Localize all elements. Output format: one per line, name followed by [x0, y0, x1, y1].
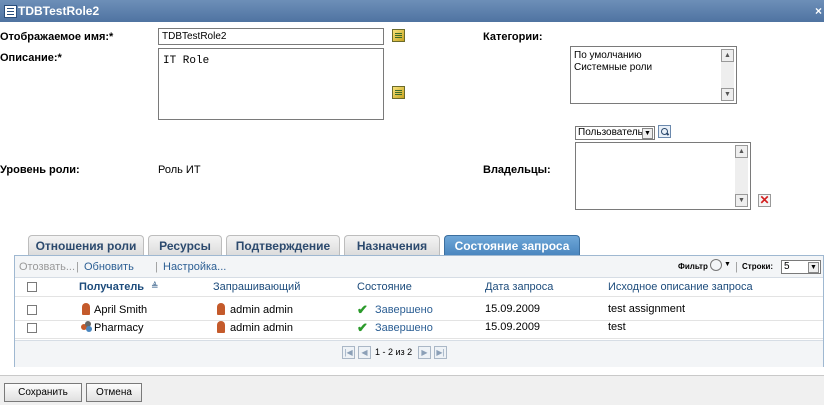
request-date: 15.09.2009	[485, 321, 541, 333]
owners-list[interactable]: ▲ ▼	[575, 142, 751, 210]
refresh-link[interactable]: Обновить	[84, 261, 134, 273]
owners-scrollbar[interactable]: ▲ ▼	[735, 145, 748, 207]
category-item[interactable]: Системные роли	[574, 62, 652, 73]
role-level-value: Роль ИТ	[158, 164, 201, 176]
column-requester[interactable]: Запрашивающий	[213, 281, 300, 293]
tab-approval[interactable]: Подтверждение	[226, 235, 340, 255]
owner-type-value: Пользователь	[578, 127, 643, 138]
toolbar-separator: |	[735, 261, 738, 273]
owner-type-select[interactable]: Пользователь ▼	[575, 126, 655, 140]
user-icon	[82, 303, 90, 315]
check-icon: ✔	[357, 320, 368, 335]
rows-select[interactable]: 5 ▼	[781, 260, 821, 274]
toolbar-separator: |	[76, 261, 79, 273]
save-button[interactable]: Сохранить	[4, 383, 82, 402]
scroll-up-icon[interactable]: ▲	[735, 145, 748, 158]
toolbar-separator: |	[155, 261, 158, 273]
table-row[interactable]: Pharmacy admin admin ✔ Завершено 15.09.2…	[15, 320, 823, 339]
description-field[interactable]: IT Role	[158, 48, 384, 120]
column-original-description[interactable]: Исходное описание запроса	[608, 281, 753, 293]
window-titlebar: TDBTestRole2 ×	[0, 0, 824, 22]
check-icon: ✔	[357, 302, 368, 317]
requester-name: admin admin	[230, 304, 293, 316]
request-status-panel: Отозвать... | Обновить | Настройка... Фи…	[14, 255, 824, 367]
close-icon[interactable]: ×	[815, 4, 822, 18]
categories-list[interactable]: По умолчанию Системные роли ▲ ▼	[570, 46, 737, 104]
user-icon	[217, 303, 225, 315]
recipient-name[interactable]: Pharmacy	[94, 322, 144, 334]
tab-role-relationships[interactable]: Отношения роли	[28, 235, 144, 255]
rows-label: Строки:	[742, 262, 774, 271]
recipient-name[interactable]: April Smith	[94, 304, 147, 316]
user-icon	[217, 321, 225, 333]
chevron-down-icon[interactable]: ▼	[642, 128, 653, 139]
status-link[interactable]: Завершено	[375, 322, 433, 334]
requester-name: admin admin	[230, 322, 293, 334]
display-name-label: Отображаемое имя:*	[0, 31, 114, 43]
tab-assignments[interactable]: Назначения	[344, 235, 440, 255]
chevron-down-icon[interactable]: ▼	[808, 262, 819, 273]
tab-resources[interactable]: Ресурсы	[148, 235, 222, 255]
description-label: Описание:*	[0, 52, 62, 64]
first-page-icon[interactable]: |◀	[342, 346, 355, 359]
request-date: 15.09.2009	[485, 303, 541, 315]
column-recipient[interactable]: Получатель	[79, 281, 144, 293]
row-checkbox[interactable]	[27, 323, 37, 333]
scroll-down-icon[interactable]: ▼	[721, 88, 734, 101]
original-description: test assignment	[608, 303, 686, 315]
description-value: IT Role	[163, 55, 210, 67]
tab-request-status[interactable]: Состояние запроса	[444, 235, 580, 255]
cancel-button[interactable]: Отмена	[86, 383, 142, 402]
owners-label: Владельцы:	[483, 164, 551, 176]
filter-dropdown-icon[interactable]: ▼	[724, 261, 731, 268]
table-header: Получатель ≜ Запрашивающий Состояние Дат…	[15, 278, 823, 297]
window-title: TDBTestRole2	[18, 4, 100, 18]
category-item[interactable]: По умолчанию	[574, 50, 642, 61]
sort-ascending-icon[interactable]: ≜	[151, 281, 159, 292]
remove-owner-icon[interactable]: ✕	[758, 194, 771, 207]
select-all-checkbox[interactable]	[27, 282, 37, 292]
scroll-up-icon[interactable]: ▲	[721, 49, 734, 62]
filter-icon[interactable]	[710, 259, 722, 271]
column-request-date[interactable]: Дата запроса	[485, 281, 553, 293]
display-name-field[interactable]: TDBTestRole2	[158, 28, 384, 45]
column-status[interactable]: Состояние	[357, 281, 412, 293]
pager-bar: |◀ ◀ 1 - 2 из 2 ▶ ▶|	[15, 340, 823, 367]
settings-link[interactable]: Настройка...	[163, 261, 226, 273]
revoke-link[interactable]: Отозвать...	[19, 261, 75, 273]
rows-value: 5	[784, 261, 790, 272]
next-page-icon[interactable]: ▶	[418, 346, 431, 359]
previous-page-icon[interactable]: ◀	[358, 346, 371, 359]
group-icon	[81, 321, 92, 332]
categories-label: Категории:	[483, 31, 543, 43]
role-icon	[4, 5, 17, 18]
scroll-down-icon[interactable]: ▼	[735, 194, 748, 207]
categories-scrollbar[interactable]: ▲ ▼	[721, 49, 734, 101]
pager-range: 1 - 2 из 2	[375, 347, 413, 357]
original-description: test	[608, 321, 626, 333]
table-row[interactable]: April Smith admin admin ✔ Завершено 15.0…	[15, 302, 823, 321]
role-level-label: Уровень роли:	[0, 164, 80, 176]
display-name-value: TDBTestRole2	[162, 31, 227, 42]
panel-toolbar: Отозвать... | Обновить | Настройка... Фи…	[15, 256, 823, 278]
status-link[interactable]: Завершено	[375, 304, 433, 316]
footer-bar: Сохранить Отмена	[0, 375, 824, 405]
row-checkbox[interactable]	[27, 305, 37, 315]
search-icon[interactable]	[658, 125, 671, 138]
filter-label[interactable]: Фильтр	[678, 262, 708, 271]
localize-description-icon[interactable]	[392, 86, 405, 99]
last-page-icon[interactable]: ▶|	[434, 346, 447, 359]
localize-name-icon[interactable]	[392, 29, 405, 42]
